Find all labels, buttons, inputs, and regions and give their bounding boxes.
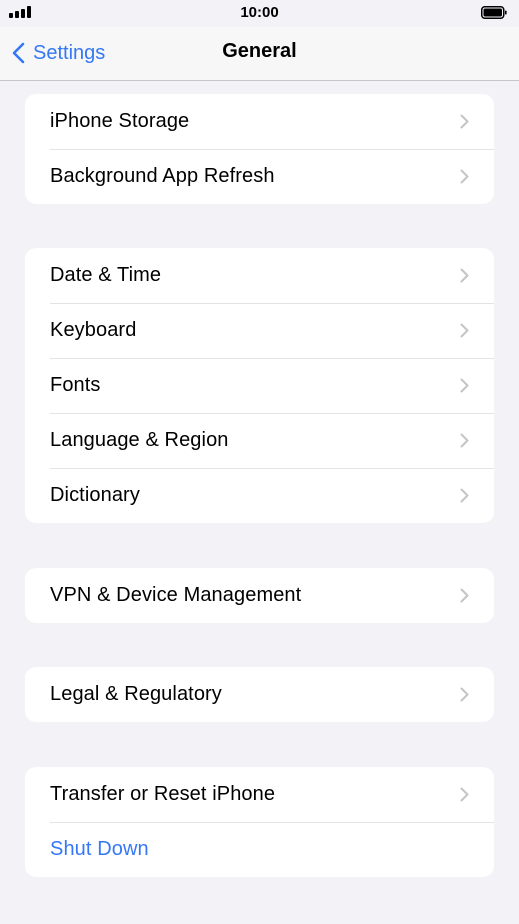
row-dictionary[interactable]: Dictionary xyxy=(25,468,494,523)
status-bar: 10:00 xyxy=(0,0,519,27)
row-iphone-storage[interactable]: iPhone Storage xyxy=(25,94,494,149)
shut-down-label: Shut Down xyxy=(50,838,149,860)
row-label: Language & Region xyxy=(50,429,229,451)
settings-group-legal: Legal & Regulatory xyxy=(25,667,494,722)
row-label: Transfer or Reset iPhone xyxy=(50,783,276,805)
row-transfer-reset-iphone[interactable]: Transfer or Reset iPhone xyxy=(25,767,494,822)
chevron-right-icon xyxy=(460,169,469,184)
row-vpn-device-management[interactable]: VPN & Device Management xyxy=(25,568,494,623)
navigation-bar: Settings General xyxy=(0,27,519,81)
settings-group-storage: iPhone Storage Background App Refresh xyxy=(25,94,494,204)
page-title: General xyxy=(222,40,297,62)
row-label: Legal & Regulatory xyxy=(50,683,222,705)
row-label: Keyboard xyxy=(50,319,137,341)
status-time: 10:00 xyxy=(240,4,279,21)
row-label: Date & Time xyxy=(50,264,162,286)
chevron-right-icon xyxy=(460,268,469,283)
row-keyboard[interactable]: Keyboard xyxy=(25,303,494,358)
row-label: Fonts xyxy=(50,374,101,396)
row-background-app-refresh[interactable]: Background App Refresh xyxy=(25,149,494,204)
battery-full-icon xyxy=(481,6,507,19)
chevron-right-icon xyxy=(460,433,469,448)
row-label: iPhone Storage xyxy=(50,110,190,132)
row-legal-regulatory[interactable]: Legal & Regulatory xyxy=(25,667,494,722)
chevron-right-icon xyxy=(460,787,469,802)
row-fonts[interactable]: Fonts xyxy=(25,358,494,413)
row-label: Dictionary xyxy=(50,484,140,506)
row-label: Background App Refresh xyxy=(50,165,275,187)
settings-group-localization: Date & Time Keyboard Fonts Language & Re… xyxy=(25,248,494,523)
row-date-time[interactable]: Date & Time xyxy=(25,248,494,303)
row-language-region[interactable]: Language & Region xyxy=(25,413,494,468)
settings-group-reset: Transfer or Reset iPhone Shut Down xyxy=(25,767,494,877)
chevron-right-icon xyxy=(460,114,469,129)
shut-down-button[interactable]: Shut Down xyxy=(25,822,494,877)
chevron-right-icon xyxy=(460,323,469,338)
chevron-right-icon xyxy=(460,488,469,503)
chevron-right-icon xyxy=(460,378,469,393)
chevron-right-icon xyxy=(460,588,469,603)
chevron-right-icon xyxy=(460,687,469,702)
row-label: VPN & Device Management xyxy=(50,584,302,606)
settings-group-vpn: VPN & Device Management xyxy=(25,568,494,623)
